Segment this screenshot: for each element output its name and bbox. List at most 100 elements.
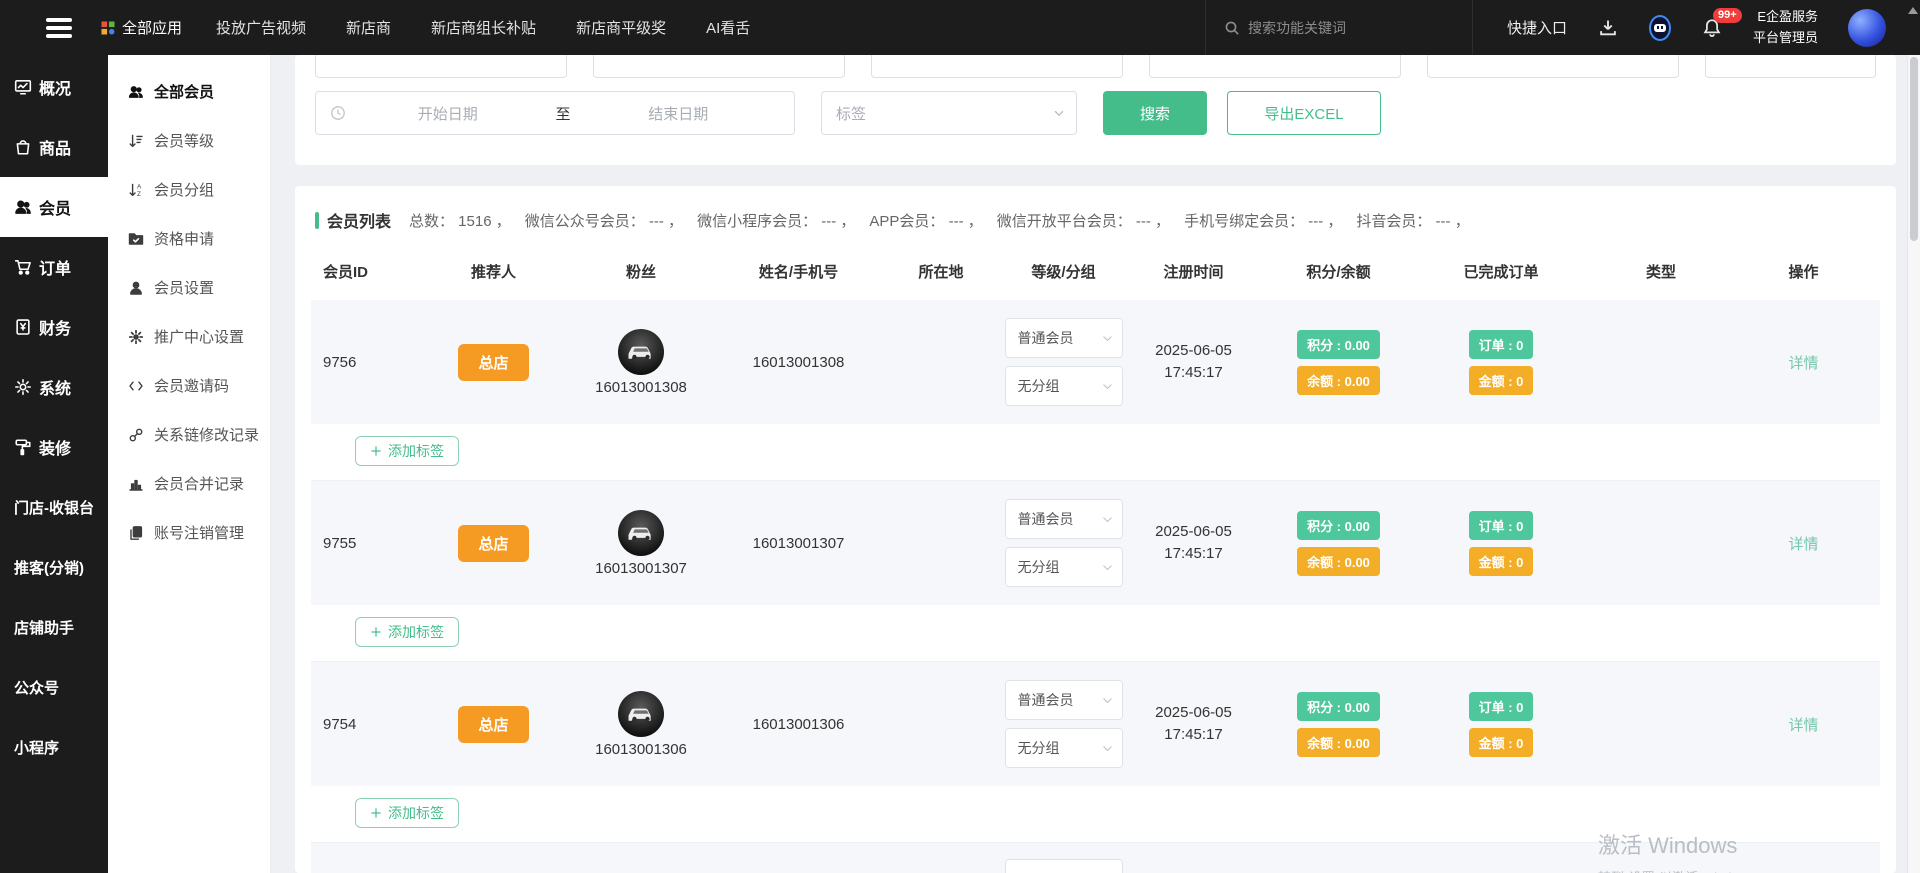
detail-link[interactable]: 详情 [1788,717,1818,734]
notifications-bell-icon[interactable]: 99+ [1701,17,1723,39]
sidebar-item-小程序[interactable]: 小程序 [0,717,108,777]
add-tag-button[interactable]: 添加标签 [355,617,459,647]
sidebar-item-label: 小程序 [14,737,59,758]
submenu-item-账号注销管理[interactable]: 账号注销管理 [108,508,270,557]
account-info[interactable]: E企盈服务 平台管理员 [1753,7,1818,47]
navbar-menu-item-4[interactable]: 新店商平级奖 [576,17,666,38]
balance-badge: 余额 : 0.00 [1297,366,1380,395]
group-select[interactable]: 无分组 [1005,547,1123,587]
points-balance-badges: 积分 : 0.00余额 : 0.00 [1261,330,1416,395]
submenu-item-会员邀请码[interactable]: 会员邀请码 [108,361,270,410]
level-select[interactable]: 普通会员 [1005,680,1123,720]
scrollbar-up-arrow[interactable] [1908,7,1918,14]
column-header-会员ID: 会员ID [311,261,421,282]
fans-wrap: 16013001306 [566,691,716,758]
navbar-menu-item-3[interactable]: 新店商组长补贴 [431,17,536,38]
sidebar-item-系统[interactable]: 系统 [0,357,108,417]
detail-link[interactable]: 详情 [1788,355,1818,372]
navbar-search[interactable]: 搜索功能关键词 [1205,0,1473,55]
member-icon [14,198,32,216]
filter-input[interactable] [1705,55,1876,78]
member-avatar[interactable] [618,691,664,737]
navbar-menu-item-1[interactable]: 投放广告视频 [216,17,306,38]
sidebar-item-会员[interactable]: 会员 [0,177,108,237]
filter-input[interactable] [315,55,567,78]
search-button[interactable]: 搜索 [1103,91,1207,135]
level-wrap: 普通会员无分组 [1001,680,1126,768]
sort-icon [128,133,144,149]
navbar-right: 快捷入口 99+ E企盈服务 平台管理员 [1473,7,1920,47]
download-icon[interactable] [1597,17,1619,39]
add-tag-button[interactable]: 添加标签 [355,798,459,828]
stat-APP会员: APP会员： --- ， [869,210,982,231]
member-avatar[interactable] [618,510,664,556]
filter-input[interactable] [871,55,1123,78]
user-avatar[interactable] [1848,9,1886,47]
group-select[interactable]: 无分组 [1005,366,1123,406]
submenu-item-会员分组[interactable]: AZ会员分组 [108,165,270,214]
quick-entry-link[interactable]: 快捷入口 [1507,17,1567,38]
tag-row: 添加标签 [311,786,1880,842]
submenu-item-label: 全部会员 [154,81,214,102]
tag-select[interactable]: 标签 [821,91,1077,135]
filter-input[interactable] [1149,55,1401,78]
export-excel-button[interactable]: 导出EXCEL [1227,91,1381,135]
all-apps-button[interactable]: 全部应用 [100,17,182,38]
submenu-item-会员设置[interactable]: 会员设置 [108,263,270,312]
points-balance-cell: 积分 : 0.00余额 : 0.00 [1261,511,1416,576]
all-apps-label: 全部应用 [122,17,182,38]
submenu-item-关系链修改记录[interactable]: 关系链修改记录 [108,410,270,459]
vertical-scrollbar[interactable] [1907,55,1920,873]
fans-cell: 16013001306 [566,691,716,758]
filter-input[interactable] [593,55,845,78]
submenu-item-资格申请[interactable]: 资格申请 [108,214,270,263]
account-role: 平台管理员 [1753,28,1818,48]
submenu-item-会员等级[interactable]: 会员等级 [108,116,270,165]
sidebar-item-订单[interactable]: 订单 [0,237,108,297]
register-date: 2025-06-05 [1126,340,1261,363]
scrollbar-thumb[interactable] [1910,57,1918,241]
submenu-item-label: 会员分组 [154,179,214,200]
link-icon [128,427,144,443]
hamburger-menu-icon[interactable] [46,14,74,42]
level-select[interactable]: 普通会员 [1005,499,1123,539]
assistant-icon[interactable] [1649,17,1671,39]
sidebar-item-概况[interactable]: 概况 [0,57,108,117]
level-select[interactable]: 普通会员 [1005,318,1123,358]
sidebar-item-店铺助手[interactable]: 店铺助手 [0,597,108,657]
detail-link[interactable]: 详情 [1788,536,1818,553]
stat-手机号绑定会员: 手机号绑定会员： --- ， [1184,210,1342,231]
level-group-cell: 普通会员无分组 [1001,680,1126,768]
level-select[interactable] [1005,859,1123,873]
sidebar-item-公众号[interactable]: 公众号 [0,657,108,717]
column-header-姓名/手机号: 姓名/手机号 [716,261,881,282]
submenu-item-会员合并记录[interactable]: 会员合并记录 [108,459,270,508]
plus-icon [370,445,382,457]
sidebar-item-装修[interactable]: 装修 [0,417,108,477]
navbar-menu-item-5[interactable]: AI看舌 [706,17,750,38]
submenu-item-全部会员[interactable]: 全部会员 [108,67,270,116]
navbar-menu: 投放广告视频 新店商 新店商组长补贴 新店商平级奖 AI看舌 [216,17,750,38]
table-row [311,843,1880,873]
member-avatar[interactable] [618,329,664,375]
sidebar-item-商品[interactable]: 商品 [0,117,108,177]
member-row-block [311,843,1880,873]
sidebar-item-推客(分销)[interactable]: 推客(分销) [0,537,108,597]
register-clock: 17:45:17 [1126,724,1261,747]
member-list-panel: 会员列表 总数： 1516 ，微信公众号会员： --- ，微信小程序会员： --… [295,186,1896,873]
fans-number: 16013001306 [595,741,687,758]
add-tag-button[interactable]: 添加标签 [355,436,459,466]
tag-row: 添加标签 [311,424,1880,480]
navbar-menu-item-2[interactable]: 新店商 [346,17,391,38]
table-row: 9754总店1601300130616013001306普通会员无分组2025-… [311,662,1880,786]
store-badge: 总店 [458,525,528,562]
group-select[interactable]: 无分组 [1005,728,1123,768]
date-range-picker[interactable]: 开始日期 至 结束日期 [315,91,795,135]
sidebar-item-财务[interactable]: 财务 [0,297,108,357]
points-badge: 积分 : 0.00 [1297,511,1380,540]
filter-input[interactable] [1427,55,1679,78]
sidebar-item-门店-收银台[interactable]: 门店-收银台 [0,477,108,537]
filter-panel: 开始日期 至 结束日期 标签 搜索 导出EXCEL [295,55,1896,165]
store-badge: 总店 [458,706,528,743]
submenu-item-推广中心设置[interactable]: 推广中心设置 [108,312,270,361]
